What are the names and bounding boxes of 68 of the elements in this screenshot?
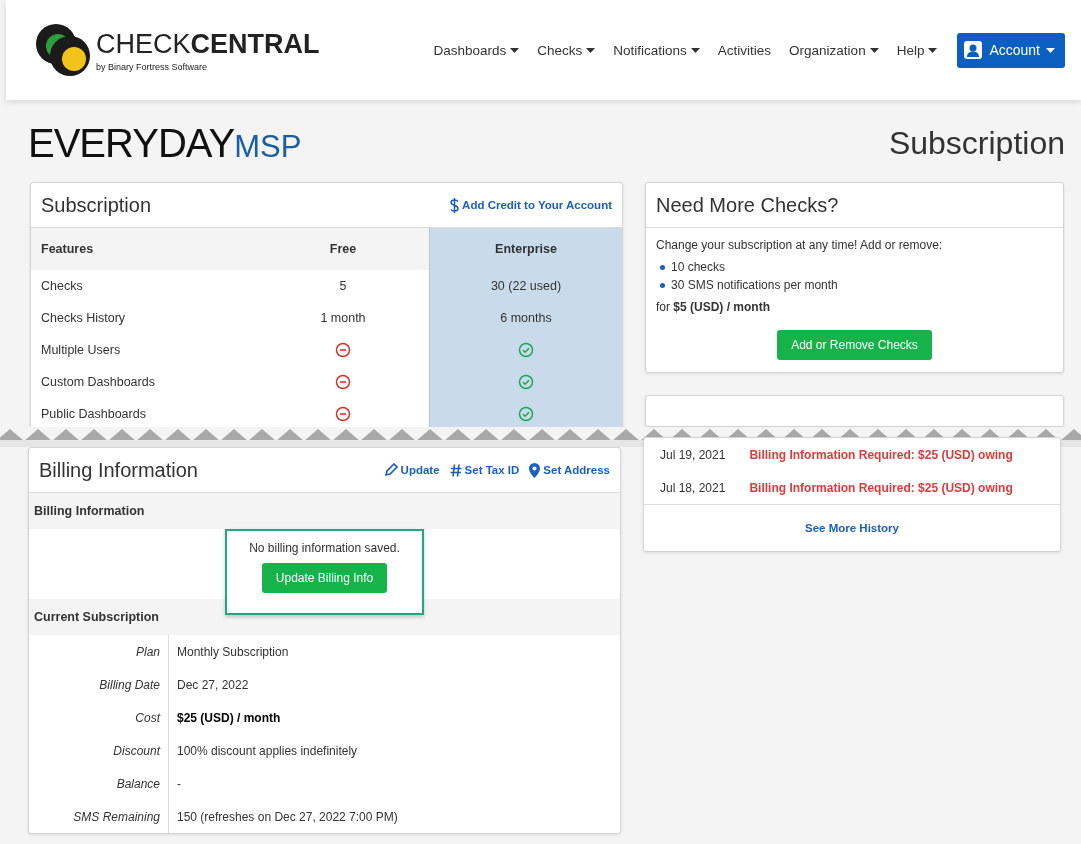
empty-state-text: No billing information saved. bbox=[249, 541, 400, 555]
history-message: Billing Information Required: $25 (USD) owing bbox=[749, 447, 1013, 462]
detail-label: Billing Date bbox=[29, 668, 169, 701]
account-button[interactable]: Account bbox=[957, 32, 1065, 68]
column-header: Features bbox=[31, 228, 257, 270]
table-cell: 30 (22 used) bbox=[429, 270, 622, 302]
card-action-link[interactable]: Set Address bbox=[529, 462, 610, 478]
price-text: for $5 (USD) / month bbox=[656, 300, 771, 314]
card-title: Subscription bbox=[41, 193, 152, 217]
nav-menu-item[interactable]: Help bbox=[896, 42, 938, 58]
bullet-icon bbox=[660, 264, 665, 270]
history-date: Jul 19, 2021 bbox=[660, 447, 726, 462]
minus-circle-icon bbox=[335, 374, 351, 390]
history-date: Jul 18, 2021 bbox=[660, 480, 726, 495]
nav-menu-item[interactable]: Organization bbox=[789, 42, 879, 58]
detail-label: Cost bbox=[29, 701, 169, 734]
card-title: Need More Checks? bbox=[656, 193, 839, 217]
check-circle-icon bbox=[518, 342, 534, 358]
page-title: Subscription bbox=[888, 124, 1065, 162]
column-header: Enterprise bbox=[429, 228, 622, 270]
history-message: Billing Information Required: $25 (USD) owing bbox=[749, 480, 1013, 495]
nav-menu-item[interactable]: Activities bbox=[717, 42, 772, 58]
bullet-icon bbox=[660, 282, 665, 288]
detail-label: SMS Remaining bbox=[29, 800, 169, 833]
nav-menu-item[interactable]: Checks bbox=[537, 42, 596, 58]
bullet-text: 10 checks bbox=[671, 260, 726, 274]
pencil-icon bbox=[383, 463, 398, 477]
card-title: Billing Information bbox=[39, 458, 198, 482]
detail-value: $25 (USD) / month bbox=[176, 709, 282, 727]
detail-value: 150 (refreshes on Dec 27, 2022 7:00 PM) bbox=[176, 808, 399, 826]
table-cell-text: Checks History bbox=[40, 310, 127, 327]
table-cell: 6 months bbox=[429, 302, 622, 334]
see-more-history-link[interactable]: See More History bbox=[805, 522, 899, 534]
caret-icon bbox=[1046, 47, 1055, 53]
logo-tagline: by Binary Fortress Software bbox=[96, 61, 209, 72]
bullet-text: 30 SMS notifications per month bbox=[671, 278, 838, 292]
nav-menu-item[interactable]: Notifications bbox=[613, 42, 700, 58]
table-cell: 1 month bbox=[257, 302, 430, 334]
detail-label: Plan bbox=[29, 635, 169, 668]
check-circle-icon bbox=[518, 406, 534, 422]
card-action-link[interactable]: Set Tax ID bbox=[449, 462, 520, 478]
map-pin-icon bbox=[529, 462, 541, 478]
detail-value: Dec 27, 2022 bbox=[176, 676, 250, 694]
card-action-link[interactable]: Update bbox=[383, 462, 440, 478]
table-cell-text: Custom Dashboards bbox=[40, 374, 156, 391]
detail-value: Monthly Subscription bbox=[176, 643, 290, 661]
intro-text: Change your subscription at any time! Add or remove: bbox=[656, 238, 944, 252]
user-icon bbox=[963, 40, 984, 60]
table-cell: 5 bbox=[257, 270, 430, 302]
nav-menu-item[interactable]: Dashboards bbox=[433, 42, 520, 58]
column-header: Free bbox=[257, 228, 430, 270]
detail-value: - bbox=[176, 775, 182, 793]
logo-icon bbox=[34, 22, 92, 78]
table-cell-text: Multiple Users bbox=[40, 342, 122, 359]
add-credit-link[interactable]: Add Credit to Your Account bbox=[450, 197, 612, 213]
dollar-icon bbox=[450, 197, 460, 213]
detail-label: Discount bbox=[29, 734, 169, 767]
section-header: Billing Information bbox=[29, 493, 620, 529]
hash-icon bbox=[449, 463, 462, 477]
brand-logo: EVERYDAYMSP bbox=[28, 120, 302, 166]
minus-circle-icon bbox=[335, 342, 351, 358]
detail-label: Balance bbox=[29, 767, 169, 800]
check-circle-icon bbox=[518, 374, 534, 390]
logo-wordmark: CHECKCENTRAL bbox=[96, 28, 320, 60]
detail-value: 100% discount applies indefinitely bbox=[176, 742, 359, 760]
table-cell: Checks bbox=[31, 270, 257, 302]
minus-circle-icon bbox=[335, 406, 351, 422]
table-cell-text: Public Dashboards bbox=[40, 406, 147, 423]
